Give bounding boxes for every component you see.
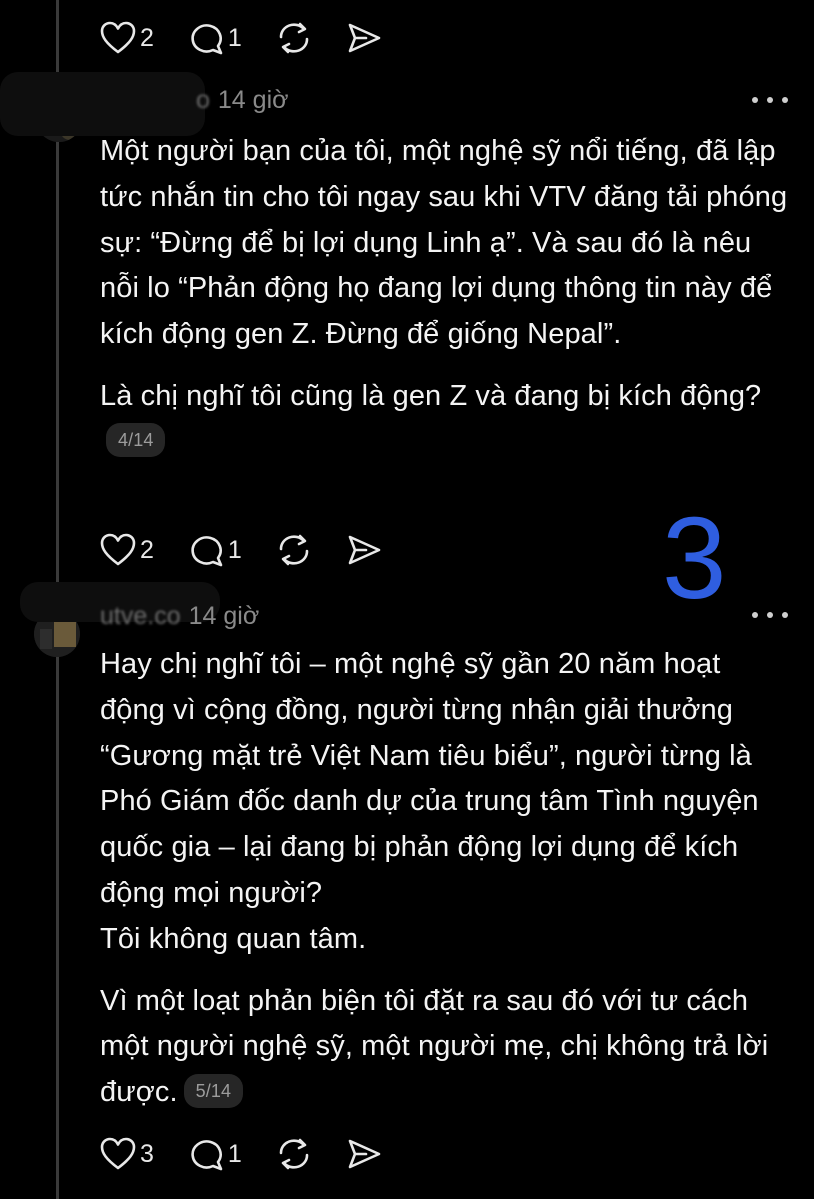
heart-icon xyxy=(100,21,136,54)
username[interactable]: utve.co xyxy=(100,602,181,631)
page-tag: 5/14 xyxy=(183,1073,244,1108)
more-icon xyxy=(752,612,758,618)
timestamp: 14 giờ xyxy=(217,85,289,114)
like-button[interactable]: 2 xyxy=(100,21,154,55)
reply-count: 1 xyxy=(227,535,242,564)
repost-icon xyxy=(279,1138,309,1170)
share-icon xyxy=(348,23,381,53)
timestamp: 14 giờ xyxy=(188,601,260,630)
username[interactable]: o xyxy=(196,86,210,115)
share-icon xyxy=(348,535,381,565)
reply-count: 1 xyxy=(227,23,242,52)
repost-button[interactable] xyxy=(276,1137,312,1171)
more-button[interactable] xyxy=(752,90,788,110)
comment-icon xyxy=(191,536,223,567)
post-paragraph: Vì một loạt phản biện tôi đặt ra sau đó … xyxy=(100,984,769,1109)
post-body: Một người bạn của tôi, một nghệ sỹ nổi t… xyxy=(100,129,790,466)
repost-button[interactable] xyxy=(276,21,312,55)
like-count: 3 xyxy=(140,1139,154,1168)
post-paragraph: Là chị nghĩ tôi cũng là gen Z và đang bị… xyxy=(100,374,790,466)
like-count: 2 xyxy=(140,23,154,52)
like-count: 2 xyxy=(140,535,154,564)
post-meta: o 14 giờ xyxy=(100,80,289,120)
more-button[interactable] xyxy=(752,605,788,625)
repost-icon xyxy=(279,534,309,566)
post-body: Hay chị nghĩ tôi – một nghệ sỹ gần 20 nă… xyxy=(100,642,790,1116)
share-button[interactable] xyxy=(346,1137,382,1171)
post-meta: utve.co 14 giờ xyxy=(100,596,259,636)
repost-icon xyxy=(279,22,309,54)
page-tag: 4/14 xyxy=(106,423,166,458)
repost-button[interactable] xyxy=(276,533,312,567)
reply-button[interactable]: 1 xyxy=(188,1137,242,1171)
reply-button[interactable]: 1 xyxy=(188,533,242,567)
share-icon xyxy=(348,1139,381,1169)
heart-icon xyxy=(100,1137,136,1170)
post-actions: 2 1 xyxy=(100,16,416,60)
like-button[interactable]: 2 xyxy=(100,533,154,567)
like-button[interactable]: 3 xyxy=(100,1137,154,1171)
post-actions: 3 1 xyxy=(100,1132,416,1176)
share-button[interactable] xyxy=(346,533,382,567)
reply-button[interactable]: 1 xyxy=(188,21,242,55)
post-paragraph: Một người bạn của tôi, một nghệ sỹ nổi t… xyxy=(100,135,788,351)
share-button[interactable] xyxy=(346,21,382,55)
comment-icon xyxy=(191,24,223,55)
more-icon xyxy=(752,97,758,103)
annotation-number: 3 xyxy=(662,493,727,623)
post-paragraph: Hay chị nghĩ tôi – một nghệ sỹ gần 20 nă… xyxy=(100,648,759,955)
reply-count: 1 xyxy=(227,1139,242,1168)
comment-icon xyxy=(191,1140,223,1171)
post-actions: 2 1 xyxy=(100,528,416,572)
heart-icon xyxy=(100,533,136,566)
